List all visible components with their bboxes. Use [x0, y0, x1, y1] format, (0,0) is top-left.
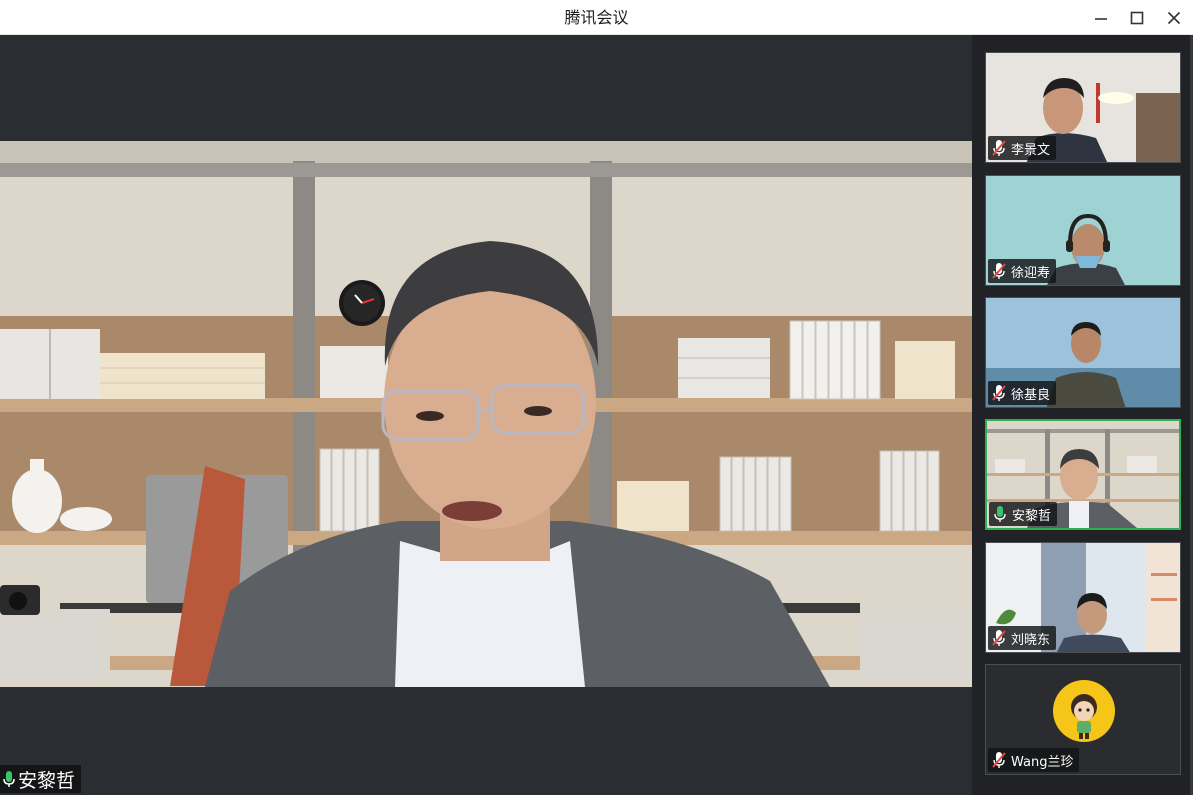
- title-bar: 腾讯会议: [0, 0, 1193, 35]
- participant-name: 安黎哲: [1012, 508, 1052, 524]
- speaker-video-frame: [0, 141, 972, 687]
- mic-muted-icon: [992, 140, 1006, 156]
- window-title: 腾讯会议: [564, 8, 629, 27]
- main-speaker-video[interactable]: [0, 141, 972, 687]
- participant-tile-active[interactable]: 安黎哲: [985, 419, 1181, 530]
- minimize-icon: [1095, 17, 1107, 20]
- participant-name: 李景文: [1011, 142, 1051, 158]
- participant-tile[interactable]: 李景文: [985, 52, 1181, 163]
- participant-tile[interactable]: 徐迎寿: [985, 175, 1181, 286]
- participant-name: 刘晓东: [1011, 632, 1051, 648]
- mic-muted-icon: [992, 385, 1006, 401]
- participant-name: Wang兰珍: [1011, 754, 1074, 770]
- participant-tile[interactable]: 刘晓东: [985, 542, 1181, 653]
- participant-name: 徐基良: [1011, 387, 1051, 403]
- participant-label: 安黎哲: [989, 502, 1058, 526]
- participant-label: 刘晓东: [988, 626, 1057, 650]
- main-video-area[interactable]: 安黎哲: [0, 35, 972, 795]
- participant-name: 徐迎寿: [1011, 265, 1051, 281]
- participant-label: Wang兰珍: [988, 748, 1080, 772]
- close-icon: [1167, 11, 1181, 24]
- maximize-button[interactable]: [1118, 0, 1156, 35]
- participant-label: 徐迎寿: [988, 259, 1057, 283]
- close-button[interactable]: [1155, 0, 1193, 35]
- participant-label: 李景文: [988, 136, 1057, 160]
- mic-muted-icon: [992, 263, 1006, 279]
- participant-tile[interactable]: 徐基良: [985, 297, 1181, 408]
- main-speaker-name: 安黎哲: [18, 769, 76, 792]
- mic-muted-icon: [992, 752, 1006, 768]
- participant-label: 徐基良: [988, 381, 1057, 405]
- participant-tile[interactable]: Wang兰珍: [985, 664, 1181, 775]
- maximize-icon: [1130, 11, 1144, 24]
- mic-on-icon: [994, 506, 1006, 522]
- minimize-button[interactable]: [1082, 0, 1120, 35]
- mic-muted-icon: [992, 630, 1006, 646]
- main-speaker-label: 安黎哲: [0, 765, 82, 793]
- mic-on-icon: [3, 771, 15, 787]
